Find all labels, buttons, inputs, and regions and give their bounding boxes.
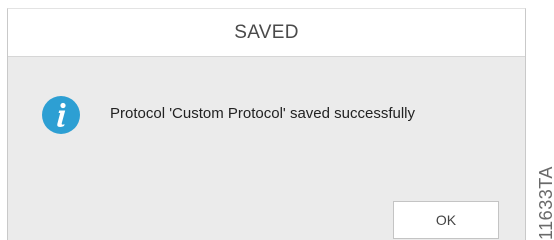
dialog-title-bar: SAVED bbox=[8, 9, 525, 57]
info-icon bbox=[42, 96, 80, 134]
side-code-label: 11633TA bbox=[536, 166, 554, 240]
ok-button[interactable]: OK bbox=[393, 201, 499, 239]
saved-dialog: SAVED Protocol 'Custom Protocol' saved s… bbox=[7, 8, 526, 240]
dialog-message: Protocol 'Custom Protocol' saved success… bbox=[110, 105, 416, 122]
dialog-title: SAVED bbox=[234, 21, 299, 43]
page: SAVED Protocol 'Custom Protocol' saved s… bbox=[0, 0, 554, 240]
